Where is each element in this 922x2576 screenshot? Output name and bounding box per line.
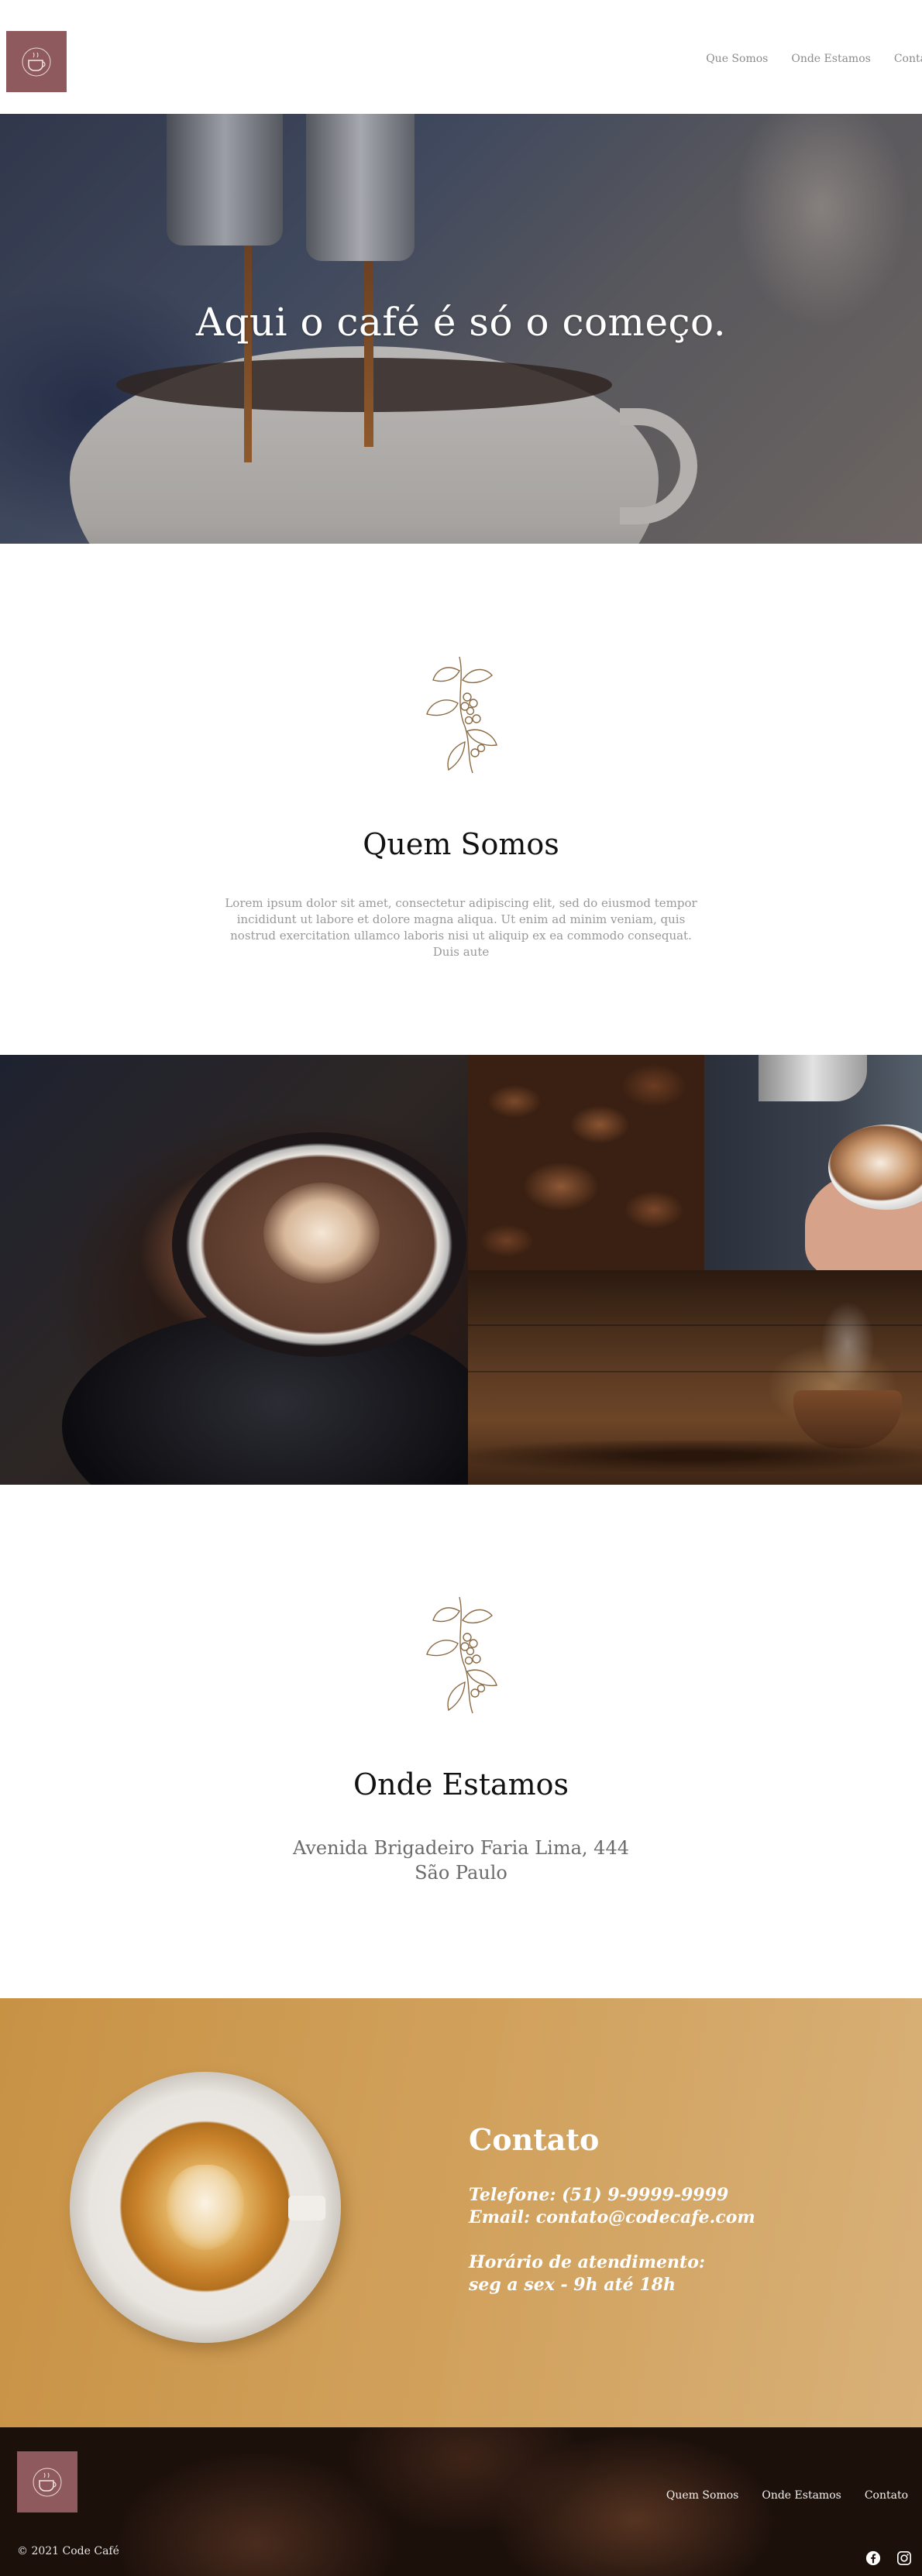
gallery-image-latte <box>0 1055 468 1485</box>
coffee-cup-logo-icon <box>22 47 51 76</box>
social-icons <box>865 2550 913 2567</box>
location-title: Onde Estamos <box>353 1767 569 1801</box>
footer-nav-quem-somos[interactable]: Quem Somos <box>666 2489 738 2502</box>
nav-item-contato[interactable]: Contato <box>894 53 922 65</box>
contact-phone[interactable]: Telefone: (51) 9-9999-9999 <box>469 2184 728 2207</box>
steam-shape <box>821 1301 875 1386</box>
address-line-2: São Paulo <box>415 1862 507 1884</box>
instagram-icon[interactable] <box>896 2550 913 2567</box>
contact-cup-handle-shape <box>288 2196 325 2221</box>
gallery-image-beans <box>468 1055 704 1270</box>
contact-email[interactable]: Email: contato@codecafe.com <box>469 2207 755 2229</box>
gallery-image-table-cup <box>468 1270 922 1485</box>
nav-item-que-somos[interactable]: Que Somos <box>706 53 768 65</box>
contact-hours-label: Horário de atendimento: <box>469 2252 706 2272</box>
about-text: Lorem ipsum dolor sit amet, consectetur … <box>225 896 697 959</box>
footer-nav-contato[interactable]: Contato <box>865 2489 908 2502</box>
main-nav: Que Somos Onde Estamos Contato <box>706 53 922 65</box>
address-line-1: Avenida Brigadeiro Faria Lima, 444 <box>293 1837 629 1859</box>
coffee-branch-icon <box>426 1596 497 1714</box>
contact-hours: seg a sex - 9h até 18h <box>469 2275 676 2295</box>
latte-art-shape <box>263 1183 380 1283</box>
copyright-text: © 2021 Code Café <box>17 2545 119 2557</box>
site-footer: Quem Somos Onde Estamos Contato © 2021 C… <box>0 2427 922 2576</box>
code-cafe-logo-icon[interactable] <box>6 31 67 92</box>
facebook-icon[interactable] <box>865 2550 882 2567</box>
footer-logo-icon[interactable] <box>17 2451 77 2512</box>
contact-latte-art-shape <box>167 2165 244 2250</box>
contact-title: Contato <box>469 2122 600 2157</box>
contact-section: Contato Telefone: (51) 9-9999-9999 Email… <box>0 1998 922 2427</box>
photo-gallery <box>0 1055 922 1485</box>
scattered-beans-shape <box>468 1441 922 1472</box>
table-cup-shape <box>793 1390 902 1448</box>
hero-title: Aqui o café é só o começo. <box>195 300 727 345</box>
coffee-cup-logo-icon <box>33 2468 62 2496</box>
hero-banner: Aqui o café é só o começo. <box>0 114 922 544</box>
site-header: Que Somos Onde Estamos Contato <box>0 0 922 114</box>
footer-nav: Quem Somos Onde Estamos Contato <box>666 2489 908 2502</box>
footer-nav-onde-estamos[interactable]: Onde Estamos <box>762 2489 841 2502</box>
about-title: Quem Somos <box>363 827 559 861</box>
gallery-image-pouring <box>704 1055 922 1270</box>
nav-item-onde-estamos[interactable]: Onde Estamos <box>791 53 870 65</box>
milk-jug-shape <box>759 1055 867 1101</box>
coffee-branch-icon <box>426 656 497 774</box>
